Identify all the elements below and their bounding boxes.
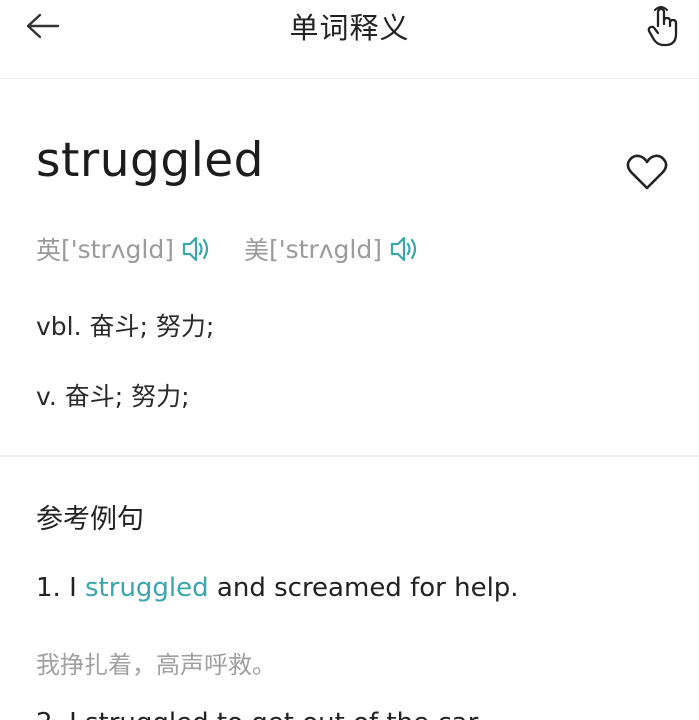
speaker-icon[interactable] (388, 232, 422, 266)
example-rest: and screamed for help. (208, 573, 519, 603)
phonetic-uk: 英 ['strʌgld] (36, 231, 214, 267)
section-divider (0, 455, 699, 457)
phonetic-us: 美 ['strʌgld] (244, 231, 422, 267)
phonetic-ipa: ['strʌgld] (61, 234, 174, 264)
example-highlight: struggled (85, 573, 209, 603)
page-title: 单词释义 (289, 11, 410, 45)
point-read-button[interactable] (641, 4, 685, 52)
example-translation: 我挣扎着，高声呼救。 (36, 651, 276, 679)
phonetics-row: 英 ['strʌgld] 美 ['strʌgld] (36, 227, 452, 271)
definition-line: vbl. 奋斗; 努力; (36, 312, 215, 341)
examples-heading: 参考例句 (36, 504, 144, 535)
heart-outline-icon (626, 153, 668, 195)
favorite-button[interactable] (624, 151, 670, 197)
speaker-icon[interactable] (180, 232, 214, 266)
definition-line: v. 奋斗; 努力; (36, 382, 190, 411)
example-sentence-partial: 2. I struggled to get out of the car. (36, 708, 484, 720)
headword: struggled (36, 133, 265, 188)
top-bar: 单词释义 (0, 0, 699, 79)
hand-pointer-icon (646, 4, 680, 52)
example-sentence: 1. I struggled and screamed for help. (36, 573, 519, 603)
phonetic-prefix: 英 (36, 236, 62, 265)
phonetic-prefix: 美 (243, 236, 269, 265)
word-definition-page: 单词释义 struggled 英 ['strʌgld] 美 ['strʌgld]… (0, 0, 699, 720)
phonetic-ipa: ['strʌgld] (269, 234, 382, 264)
word-card: struggled 英 ['strʌgld] 美 ['strʌgld] vbl.… (0, 79, 699, 454)
example-number: 1. I (36, 573, 86, 603)
